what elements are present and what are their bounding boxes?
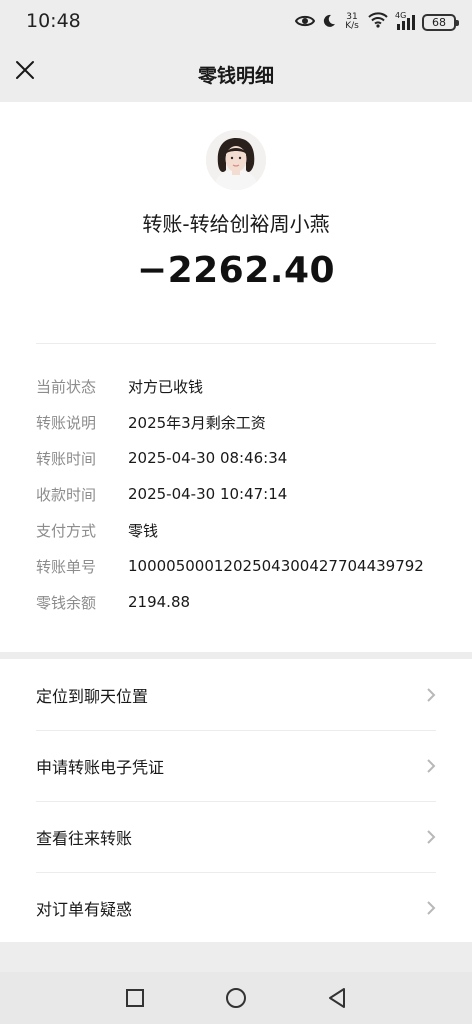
back-button[interactable] xyxy=(325,986,349,1010)
detail-label: 零钱余额 xyxy=(36,593,97,612)
status-bar: 10:48 31 K/s 4G 68 xyxy=(0,0,472,44)
home-button[interactable] xyxy=(224,986,248,1010)
battery-icon: 68 xyxy=(422,13,459,31)
detail-value[interactable]: 1000050001202504300427704439792 xyxy=(128,557,424,575)
chevron-right-icon xyxy=(424,900,438,916)
detail-value: 2025年3月剩余工资 xyxy=(128,413,266,432)
chevron-right-icon xyxy=(424,758,438,774)
battery-level: 68 xyxy=(432,15,446,29)
view-transfers-button[interactable]: 查看往来转账 xyxy=(0,801,472,872)
detail-label: 支付方式 xyxy=(36,521,97,540)
detail-value: 2025-04-30 08:46:34 xyxy=(128,449,288,467)
transaction-card: 转账-转给创裕周小燕 −2262.40 当前状态 对方已收钱 转账说明 2025… xyxy=(0,102,472,652)
action-label: 对订单有疑惑 xyxy=(36,899,133,919)
detail-label: 转账说明 xyxy=(36,413,97,432)
net-speed: 31 K/s xyxy=(343,13,361,31)
net-speed-unit: K/s xyxy=(345,21,359,31)
recents-square-icon xyxy=(123,989,147,1014)
detail-row-note: 转账说明 2025年3月剩余工资 xyxy=(36,404,436,440)
detail-row-balance: 零钱余额 2194.88 xyxy=(36,584,436,620)
detail-value: 对方已收钱 xyxy=(128,377,204,396)
action-label: 定位到聊天位置 xyxy=(36,686,149,706)
home-circle-icon xyxy=(224,988,248,1014)
transaction-title: 转账-转给创裕周小燕 xyxy=(142,212,330,236)
back-triangle-icon xyxy=(325,988,349,1014)
action-label: 查看往来转账 xyxy=(36,828,133,848)
order-question-button[interactable]: 对订单有疑惑 xyxy=(0,872,472,943)
detail-row-transfer-time: 转账时间 2025-04-30 08:46:34 xyxy=(36,440,436,476)
cell-signal-icon: 4G xyxy=(395,11,415,31)
system-nav-bar xyxy=(0,972,472,1024)
locate-chat-button[interactable]: 定位到聊天位置 xyxy=(0,659,472,730)
detail-row-payment-method: 支付方式 零钱 xyxy=(36,512,436,548)
eye-icon xyxy=(294,13,316,32)
action-label: 申请转账电子凭证 xyxy=(36,757,165,777)
request-voucher-button[interactable]: 申请转账电子凭证 xyxy=(0,730,472,801)
action-list: 定位到聊天位置 申请转账电子凭证 查看往来转账 对订单有疑惑 xyxy=(0,659,472,942)
detail-row-receive-time: 收款时间 2025-04-30 10:47:14 xyxy=(36,476,436,512)
details-list: 当前状态 对方已收钱 转账说明 2025年3月剩余工资 转账时间 2025-04… xyxy=(36,368,436,620)
divider xyxy=(36,343,436,344)
detail-label: 当前状态 xyxy=(36,377,97,396)
transaction-amount: −2262.40 xyxy=(136,250,336,291)
recents-button[interactable] xyxy=(123,986,147,1010)
chevron-right-icon xyxy=(424,687,438,703)
detail-row-status: 当前状态 对方已收钱 xyxy=(36,368,436,404)
detail-value: 2025-04-30 10:47:14 xyxy=(128,485,288,503)
detail-label: 收款时间 xyxy=(36,485,97,504)
status-icons: 31 K/s 4G 68 xyxy=(294,11,459,33)
wifi-icon xyxy=(368,12,388,32)
chevron-right-icon xyxy=(424,829,438,845)
moon-icon xyxy=(322,13,336,32)
nav-bar: 零钱明细 xyxy=(0,44,472,102)
page-title: 零钱明细 xyxy=(197,65,274,87)
detail-label: 转账时间 xyxy=(36,449,97,468)
avatar xyxy=(206,130,266,190)
detail-value: 零钱 xyxy=(128,521,159,540)
detail-row-transaction-id: 转账单号 1000050001202504300427704439792 xyxy=(36,548,436,584)
detail-label: 转账单号 xyxy=(36,557,97,576)
detail-value: 2194.88 xyxy=(128,593,191,611)
status-time: 10:48 xyxy=(26,10,81,32)
